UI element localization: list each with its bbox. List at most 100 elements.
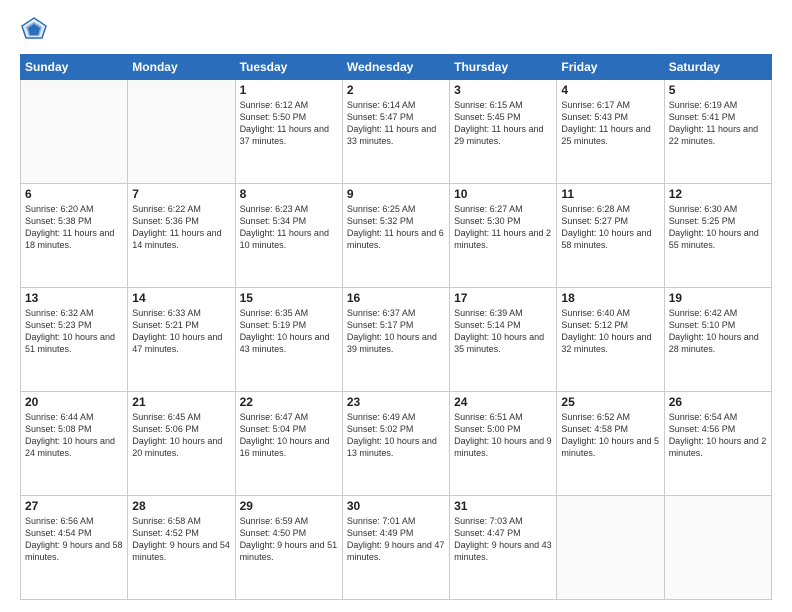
day-number: 24 [454, 395, 552, 409]
day-cell: 25Sunrise: 6:52 AM Sunset: 4:58 PM Dayli… [557, 392, 664, 496]
calendar-body: 1 Sunrise: 6:12 AM Sunset: 5:50 PM Daylig… [21, 80, 772, 600]
day-cell: 19 Sunrise: 6:42 AM Sunset: 5:10 PM Dayli… [664, 288, 771, 392]
day-info: Sunrise: 6:47 AM Sunset: 5:04 PM Dayligh… [240, 411, 338, 460]
day-cell: 10 Sunrise: 6:27 AM Sunset: 5:30 PM Dayli… [450, 184, 557, 288]
day-info: Sunrise: 6:58 AM Sunset: 4:52 PM Dayligh… [132, 515, 230, 564]
day-number: 19 [669, 291, 767, 305]
day-cell [128, 80, 235, 184]
day-number: 3 [454, 83, 552, 97]
day-number: 10 [454, 187, 552, 201]
day-number: 28 [132, 499, 230, 513]
day-cell: 12 Sunrise: 6:30 AM Sunset: 5:25 PM Dayli… [664, 184, 771, 288]
week-row-3: 13 Sunrise: 6:32 AM Sunset: 5:23 PM Dayli… [21, 288, 772, 392]
day-number: 4 [561, 83, 659, 97]
day-number: 31 [454, 499, 552, 513]
day-cell: 7Sunrise: 6:22 AM Sunset: 5:36 PM Daylig… [128, 184, 235, 288]
weekday-wednesday: Wednesday [342, 55, 449, 80]
day-number: 7 [132, 187, 230, 201]
calendar: SundayMondayTuesdayWednesdayThursdayFrid… [20, 54, 772, 600]
day-info: Sunrise: 6:37 AM Sunset: 5:17 PM Dayligh… [347, 307, 445, 356]
day-cell [557, 496, 664, 600]
day-info: Sunrise: 6:52 AM Sunset: 4:58 PM Dayligh… [561, 411, 659, 460]
day-info: Sunrise: 6:19 AM Sunset: 5:41 PM Dayligh… [669, 99, 767, 148]
day-number: 20 [25, 395, 123, 409]
day-number: 15 [240, 291, 338, 305]
day-number: 18 [561, 291, 659, 305]
day-cell: 24 Sunrise: 6:51 AM Sunset: 5:00 PM Dayli… [450, 392, 557, 496]
day-cell: 29Sunrise: 6:59 AM Sunset: 4:50 PM Dayli… [235, 496, 342, 600]
day-cell [664, 496, 771, 600]
day-number: 22 [240, 395, 338, 409]
header [20, 16, 772, 44]
day-number: 26 [669, 395, 767, 409]
day-info: Sunrise: 6:12 AM Sunset: 5:50 PM Dayligh… [240, 99, 338, 148]
day-info: Sunrise: 6:39 AM Sunset: 5:14 PM Dayligh… [454, 307, 552, 356]
day-info: Sunrise: 6:23 AM Sunset: 5:34 PM Dayligh… [240, 203, 338, 252]
day-cell: 16Sunrise: 6:37 AM Sunset: 5:17 PM Dayli… [342, 288, 449, 392]
day-cell: 17Sunrise: 6:39 AM Sunset: 5:14 PM Dayli… [450, 288, 557, 392]
day-cell: 31 Sunrise: 7:03 AM Sunset: 4:47 PM Dayli… [450, 496, 557, 600]
day-number: 8 [240, 187, 338, 201]
day-info: Sunrise: 6:17 AM Sunset: 5:43 PM Dayligh… [561, 99, 659, 148]
week-row-2: 6 Sunrise: 6:20 AM Sunset: 5:38 PM Daylig… [21, 184, 772, 288]
day-info: Sunrise: 6:25 AM Sunset: 5:32 PM Dayligh… [347, 203, 445, 252]
day-number: 1 [240, 83, 338, 97]
day-info: Sunrise: 7:03 AM Sunset: 4:47 PM Dayligh… [454, 515, 552, 564]
day-info: Sunrise: 6:35 AM Sunset: 5:19 PM Dayligh… [240, 307, 338, 356]
day-number: 23 [347, 395, 445, 409]
day-info: Sunrise: 6:15 AM Sunset: 5:45 PM Dayligh… [454, 99, 552, 148]
day-info: Sunrise: 6:54 AM Sunset: 4:56 PM Dayligh… [669, 411, 767, 460]
day-cell: 27Sunrise: 6:56 AM Sunset: 4:54 PM Dayli… [21, 496, 128, 600]
weekday-thursday: Thursday [450, 55, 557, 80]
day-cell: 18 Sunrise: 6:40 AM Sunset: 5:12 PM Dayli… [557, 288, 664, 392]
day-info: Sunrise: 6:40 AM Sunset: 5:12 PM Dayligh… [561, 307, 659, 356]
day-cell: 21Sunrise: 6:45 AM Sunset: 5:06 PM Dayli… [128, 392, 235, 496]
day-cell: 8 Sunrise: 6:23 AM Sunset: 5:34 PM Daylig… [235, 184, 342, 288]
day-info: Sunrise: 6:28 AM Sunset: 5:27 PM Dayligh… [561, 203, 659, 252]
weekday-sunday: Sunday [21, 55, 128, 80]
day-info: Sunrise: 6:30 AM Sunset: 5:25 PM Dayligh… [669, 203, 767, 252]
day-number: 14 [132, 291, 230, 305]
day-cell: 3 Sunrise: 6:15 AM Sunset: 5:45 PM Daylig… [450, 80, 557, 184]
day-number: 13 [25, 291, 123, 305]
day-info: Sunrise: 6:59 AM Sunset: 4:50 PM Dayligh… [240, 515, 338, 564]
day-cell: 20Sunrise: 6:44 AM Sunset: 5:08 PM Dayli… [21, 392, 128, 496]
day-number: 21 [132, 395, 230, 409]
day-cell: 4 Sunrise: 6:17 AM Sunset: 5:43 PM Daylig… [557, 80, 664, 184]
weekday-friday: Friday [557, 55, 664, 80]
day-info: Sunrise: 6:51 AM Sunset: 5:00 PM Dayligh… [454, 411, 552, 460]
day-cell [21, 80, 128, 184]
week-row-4: 20Sunrise: 6:44 AM Sunset: 5:08 PM Dayli… [21, 392, 772, 496]
day-info: Sunrise: 6:32 AM Sunset: 5:23 PM Dayligh… [25, 307, 123, 356]
day-info: Sunrise: 6:42 AM Sunset: 5:10 PM Dayligh… [669, 307, 767, 356]
weekday-monday: Monday [128, 55, 235, 80]
day-number: 11 [561, 187, 659, 201]
day-cell: 1 Sunrise: 6:12 AM Sunset: 5:50 PM Daylig… [235, 80, 342, 184]
day-info: Sunrise: 6:14 AM Sunset: 5:47 PM Dayligh… [347, 99, 445, 148]
day-cell: 30Sunrise: 7:01 AM Sunset: 4:49 PM Dayli… [342, 496, 449, 600]
day-cell: 6 Sunrise: 6:20 AM Sunset: 5:38 PM Daylig… [21, 184, 128, 288]
weekday-tuesday: Tuesday [235, 55, 342, 80]
logo-icon [20, 16, 48, 44]
day-cell: 22 Sunrise: 6:47 AM Sunset: 5:04 PM Dayli… [235, 392, 342, 496]
day-number: 5 [669, 83, 767, 97]
day-number: 27 [25, 499, 123, 513]
day-cell: 15 Sunrise: 6:35 AM Sunset: 5:19 PM Dayli… [235, 288, 342, 392]
day-cell: 13 Sunrise: 6:32 AM Sunset: 5:23 PM Dayli… [21, 288, 128, 392]
weekday-saturday: Saturday [664, 55, 771, 80]
day-number: 12 [669, 187, 767, 201]
day-number: 2 [347, 83, 445, 97]
day-number: 30 [347, 499, 445, 513]
day-cell: 26 Sunrise: 6:54 AM Sunset: 4:56 PM Dayli… [664, 392, 771, 496]
day-info: Sunrise: 6:20 AM Sunset: 5:38 PM Dayligh… [25, 203, 123, 252]
day-info: Sunrise: 6:49 AM Sunset: 5:02 PM Dayligh… [347, 411, 445, 460]
week-row-1: 1 Sunrise: 6:12 AM Sunset: 5:50 PM Daylig… [21, 80, 772, 184]
week-row-5: 27Sunrise: 6:56 AM Sunset: 4:54 PM Dayli… [21, 496, 772, 600]
day-cell: 5 Sunrise: 6:19 AM Sunset: 5:41 PM Daylig… [664, 80, 771, 184]
day-cell: 2 Sunrise: 6:14 AM Sunset: 5:47 PM Daylig… [342, 80, 449, 184]
day-info: Sunrise: 6:27 AM Sunset: 5:30 PM Dayligh… [454, 203, 552, 252]
weekday-header-row: SundayMondayTuesdayWednesdayThursdayFrid… [21, 55, 772, 80]
day-cell: 28 Sunrise: 6:58 AM Sunset: 4:52 PM Dayli… [128, 496, 235, 600]
day-number: 6 [25, 187, 123, 201]
day-info: Sunrise: 6:33 AM Sunset: 5:21 PM Dayligh… [132, 307, 230, 356]
